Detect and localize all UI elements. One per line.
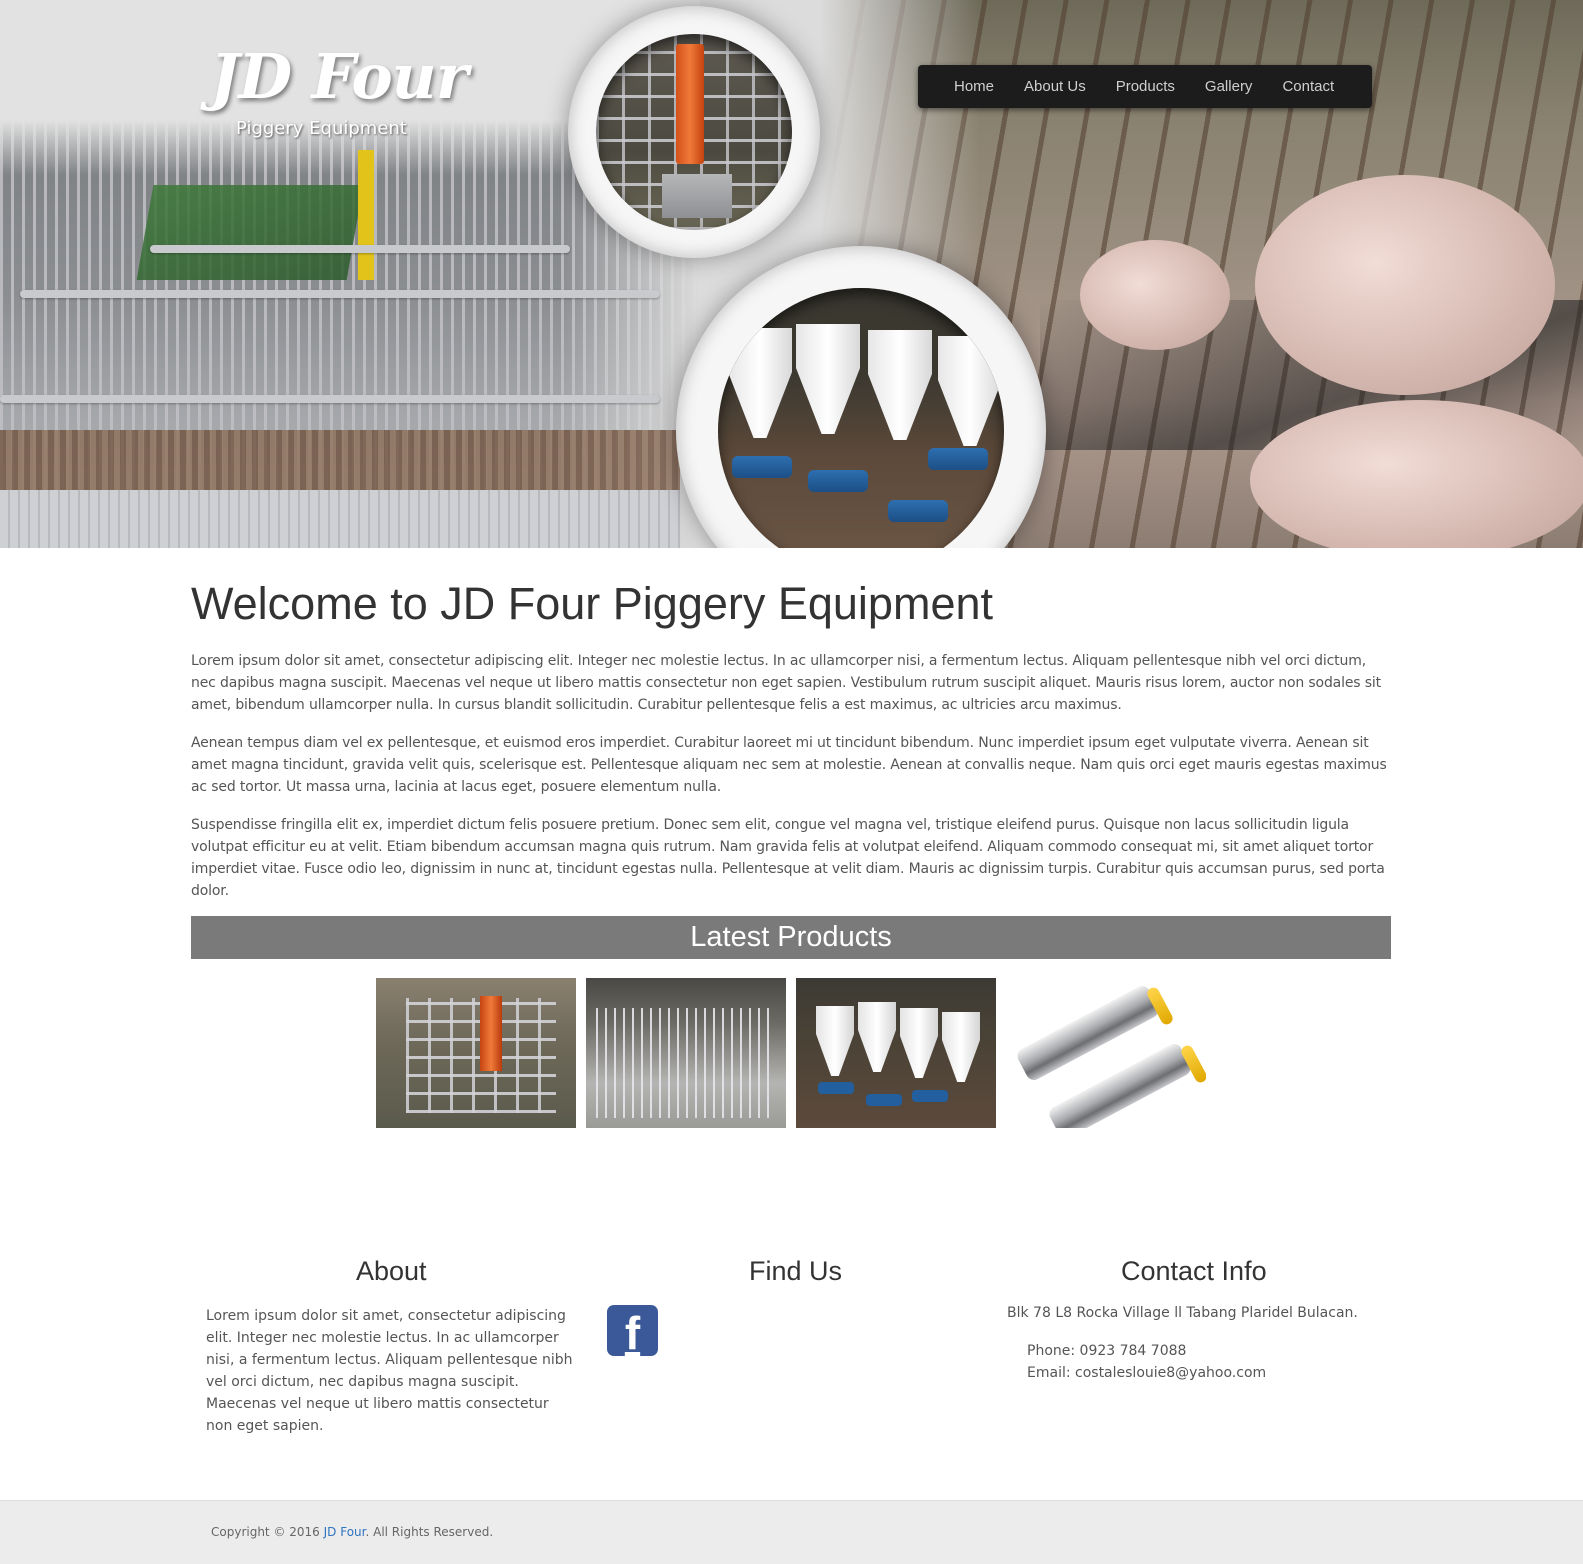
nav-contact[interactable]: Contact (1282, 78, 1334, 95)
nav-products[interactable]: Products (1116, 78, 1175, 95)
feeder-photo (596, 34, 792, 230)
main-nav: Home About Us Products Gallery Contact (918, 65, 1372, 108)
latest-products-heading: Latest Products (191, 916, 1391, 959)
hero-photo-detail (150, 245, 570, 253)
intro-paragraph: Lorem ipsum dolor sit amet, consectetur … (191, 653, 1381, 713)
product-thumb-hoppers[interactable] (796, 978, 996, 1128)
copyright-suffix: . All Rights Reserved. (365, 1525, 494, 1539)
main-content: Welcome to JD Four Piggery Equipment Lor… (191, 578, 1391, 918)
intro-paragraph: Suspendisse fringilla elit ex, imperdiet… (191, 817, 1385, 899)
hero-photo-detail (20, 290, 660, 298)
copyright-prefix: Copyright © 2016 (211, 1525, 324, 1539)
logo-title: JD Four (210, 40, 468, 113)
contact-email: Email: costaleslouie8@yahoo.com (1027, 1365, 1267, 1381)
hero-circle-feeder (568, 6, 820, 258)
hero-photo-detail (0, 490, 680, 548)
product-thumb-crate[interactable] (586, 978, 786, 1128)
hero-photo-detail (358, 150, 374, 280)
footer-home-link[interactable]: JD Four (324, 1525, 366, 1539)
contact-address: Blk 78 L8 Rocka Village ll Tabang Plarid… (1007, 1305, 1358, 1321)
logo-subtitle: Piggery Equipment (236, 118, 407, 139)
contact-heading: Contact Info (1121, 1256, 1267, 1286)
hero-photo-detail (136, 185, 364, 280)
find-us-heading: Find Us (749, 1256, 843, 1286)
nav-about-us[interactable]: About Us (1024, 78, 1086, 95)
pig-shape (1250, 400, 1583, 548)
page-title: Welcome to JD Four Piggery Equipment (191, 578, 994, 629)
product-thumb-feeder[interactable] (376, 978, 576, 1128)
pig-shape (1255, 175, 1555, 395)
site-logo[interactable]: JD Four Piggery Equipment (210, 40, 468, 150)
about-heading: About (356, 1256, 427, 1286)
product-thumb-nipples[interactable] (1006, 978, 1206, 1128)
nav-gallery[interactable]: Gallery (1205, 78, 1253, 95)
pig-shape (1080, 240, 1230, 350)
hero-banner: JD Four Piggery Equipment Home About Us … (0, 0, 1583, 548)
hero-photo-detail (0, 395, 660, 403)
about-text: Lorem ipsum dolor sit amet, consectetur … (206, 1308, 573, 1434)
intro-paragraph: Aenean tempus diam vel ex pellentesque, … (191, 735, 1387, 795)
copyright-text: Copyright © 2016 JD Four. All Rights Res… (211, 1525, 493, 1539)
contact-phone: Phone: 0923 784 7088 (1027, 1343, 1187, 1359)
hoppers-photo (718, 288, 1004, 548)
nav-home[interactable]: Home (954, 78, 994, 95)
facebook-icon[interactable]: f (607, 1305, 658, 1359)
